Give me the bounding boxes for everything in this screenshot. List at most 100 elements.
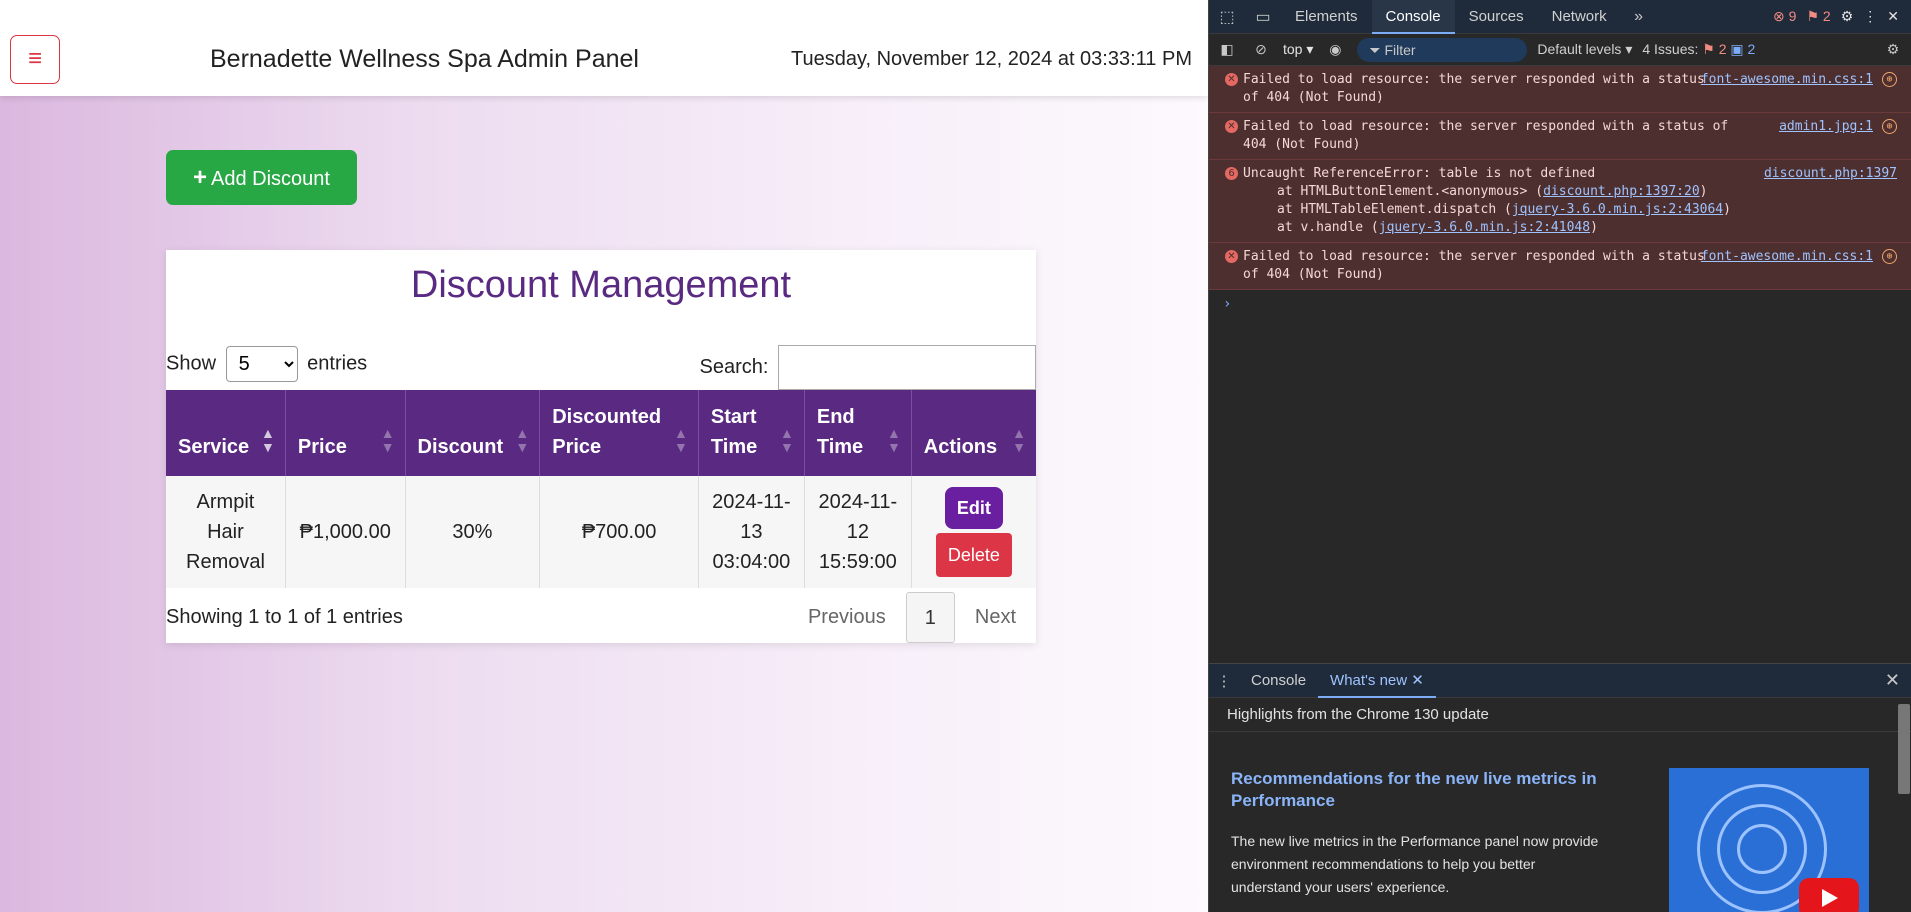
error-repeat-count: 6 <box>1225 167 1238 180</box>
close-tab-icon[interactable]: ✕ <box>1411 672 1424 689</box>
console-settings-icon[interactable]: ⚙ <box>1881 41 1905 58</box>
console-error-message: ✕ Failed to load resource: the server re… <box>1209 66 1911 113</box>
ai-insight-icon[interactable]: ⊕ <box>1882 72 1897 87</box>
header-service[interactable]: Service ▲ ▼ <box>166 390 286 476</box>
add-discount-label: Add Discount <box>211 168 330 190</box>
log-levels-select[interactable]: Default levels ▾ <box>1537 41 1632 58</box>
drawer-scrollbar[interactable] <box>1898 704 1910 794</box>
close-devtools-icon[interactable]: ✕ <box>1887 8 1899 25</box>
whats-new-highlights: Highlights from the Chrome 130 update <box>1209 698 1911 732</box>
close-drawer-icon[interactable]: ✕ <box>1885 670 1911 691</box>
page-1-button[interactable]: 1 <box>905 592 955 643</box>
source-link[interactable]: font-awesome.min.css:1 <box>1701 248 1873 266</box>
sort-icon: ▲ ▼ <box>261 425 275 455</box>
tab-console[interactable]: Console <box>1371 0 1455 34</box>
error-icon: ✕ <box>1225 120 1238 133</box>
settings-icon[interactable]: ⚙ <box>1841 8 1854 25</box>
drawer-tab-whats-new[interactable]: What's new ✕ <box>1318 664 1436 698</box>
error-icon: ✕ <box>1225 73 1238 86</box>
search-input[interactable] <box>778 345 1036 390</box>
sort-icon: ▲ ▼ <box>515 425 530 455</box>
next-page-button[interactable]: Next <box>955 606 1036 629</box>
sort-icon: ▲ ▼ <box>674 425 688 455</box>
whats-new-link[interactable]: Recommendations for the new live metrics… <box>1231 768 1641 812</box>
entries-label: entries <box>307 352 368 375</box>
error-count-badge[interactable]: ⊗ 9 <box>1773 8 1796 25</box>
devtools-drawer: ⋮ Console What's new ✕ ✕ Highlights from… <box>1209 663 1911 912</box>
header-discount[interactable]: Discount ▲ ▼ <box>405 390 541 476</box>
console-error-message: ✕ Failed to load resource: the server re… <box>1209 243 1911 290</box>
clear-console-icon[interactable]: ⊘ <box>1249 41 1273 58</box>
tab-network[interactable]: Network <box>1538 0 1621 34</box>
hamburger-menu-button[interactable]: ≡ <box>10 35 60 84</box>
source-link[interactable]: discount.php:1397 <box>1764 165 1897 183</box>
stack-link[interactable]: jquery-3.6.0.min.js:2:41048 <box>1379 220 1590 235</box>
add-discount-button[interactable]: + Add Discount <box>166 150 357 205</box>
plus-icon: + <box>193 164 208 191</box>
header-actions[interactable]: Actions ▲ ▼ <box>911 390 1036 476</box>
previous-page-button[interactable]: Previous <box>788 606 906 629</box>
console-error-message: ✕ Failed to load resource: the server re… <box>1209 113 1911 160</box>
drawer-menu-icon[interactable]: ⋮ <box>1209 672 1239 690</box>
sort-icon: ▲ ▼ <box>780 425 794 455</box>
table-info: Showing 1 to 1 of 1 entries <box>166 606 403 628</box>
header-discounted-price[interactable]: Discounted Price ▲ ▼ <box>539 390 699 476</box>
console-messages: ✕ Failed to load resource: the server re… <box>1209 66 1911 318</box>
whats-new-video-thumbnail[interactable] <box>1669 768 1869 912</box>
sidebar-toggle-icon[interactable]: ◧ <box>1215 41 1239 58</box>
page-size-select[interactable]: 5 <box>225 346 298 382</box>
console-prompt[interactable]: › <box>1209 290 1911 318</box>
context-select[interactable]: top ▾ <box>1283 41 1313 58</box>
drawer-tab-console[interactable]: Console <box>1239 664 1318 698</box>
source-link[interactable]: admin1.jpg:1 <box>1779 118 1873 136</box>
cell-service: Armpit Hair Removal <box>166 476 286 588</box>
discount-table: Service ▲ ▼ Price ▲ ▼ Discount ▲ ▼ Discounted … <box>166 390 1036 588</box>
cell-discounted-price: ₱700.00 <box>539 476 699 588</box>
youtube-play-icon[interactable] <box>1799 878 1859 912</box>
tab-sources[interactable]: Sources <box>1455 0 1538 34</box>
devtools-badges: ⊗ 9 ⚑ 2 ⚙ ⋮ ✕ <box>1773 8 1911 25</box>
more-tabs-icon[interactable]: » <box>1621 8 1657 26</box>
warning-count-badge[interactable]: ⚑ 2 <box>1806 8 1830 25</box>
table-row: Armpit Hair Removal ₱1,000.00 30% ₱700.0… <box>166 476 1036 588</box>
error-icon: ✕ <box>1225 250 1238 263</box>
live-expression-eye-icon[interactable]: ◉ <box>1323 41 1347 58</box>
tab-elements[interactable]: Elements <box>1281 0 1372 34</box>
devtools-tabbar: ⬚ ▭ Elements Console Sources Network » ⊗… <box>1209 0 1911 34</box>
ai-insight-icon[interactable]: ⊕ <box>1882 119 1897 134</box>
filter-input[interactable]: ⏷ Filter <box>1357 37 1528 62</box>
header-end-time[interactable]: End Time ▲ ▼ <box>804 390 912 476</box>
issues-button[interactable]: 4 Issues: ⚑ 2 ▣ 2 <box>1642 41 1755 58</box>
sort-icon: ▲ ▼ <box>1012 425 1026 455</box>
whats-new-description: The new live metrics in the Performance … <box>1231 833 1599 895</box>
page-size-control: Show 5 entries <box>166 346 367 382</box>
inspect-element-icon[interactable]: ⬚ <box>1209 7 1245 27</box>
current-datetime: Tuesday, November 12, 2024 at 03:33:11 P… <box>791 48 1192 70</box>
top-navbar: ≡ Bernadette Wellness Spa Admin Panel Tu… <box>0 0 1208 96</box>
edit-button[interactable]: Edit <box>944 487 1003 529</box>
stack-link[interactable]: discount.php:1397:20 <box>1543 184 1700 199</box>
console-toolbar: ◧ ⊘ top ▾ ◉ ⏷ Filter Default levels ▾ 4 … <box>1209 34 1911 66</box>
header-start-time[interactable]: Start Time ▲ ▼ <box>698 390 805 476</box>
cell-start-time: 2024-11-13 03:04:00 <box>698 476 805 588</box>
stack-trace-line: at HTMLTableElement.dispatch (jquery-3.6… <box>1277 202 1731 217</box>
cell-price: ₱1,000.00 <box>285 476 406 588</box>
header-price[interactable]: Price ▲ ▼ <box>285 390 406 476</box>
app-title: Bernadette Wellness Spa Admin Panel <box>210 45 639 73</box>
discount-card: Discount Management Show 5 entries Searc… <box>166 250 1036 643</box>
menu-icon: ≡ <box>27 45 42 72</box>
source-link[interactable]: font-awesome.min.css:1 <box>1701 71 1873 89</box>
kebab-menu-icon[interactable]: ⋮ <box>1863 8 1877 25</box>
table-header-row: Service ▲ ▼ Price ▲ ▼ Discount ▲ ▼ Discounted … <box>166 390 1036 476</box>
ai-insight-icon[interactable]: ⊕ <box>1882 249 1897 264</box>
sort-icon: ▲ ▼ <box>886 425 901 455</box>
card-title: Discount Management <box>410 264 792 306</box>
stack-link[interactable]: jquery-3.6.0.min.js:2:43064 <box>1512 202 1723 217</box>
search-control: Search: <box>700 345 1036 390</box>
device-toolbar-icon[interactable]: ▭ <box>1245 7 1281 27</box>
delete-button[interactable]: Delete <box>935 533 1012 577</box>
stack-trace-line: at HTMLButtonElement.<anonymous> (discou… <box>1277 184 1708 199</box>
sort-icon: ▲ ▼ <box>380 425 395 455</box>
stack-trace-line: at v.handle (jquery-3.6.0.min.js:2:41048… <box>1277 220 1598 235</box>
drawer-tabbar: ⋮ Console What's new ✕ ✕ <box>1209 664 1911 698</box>
